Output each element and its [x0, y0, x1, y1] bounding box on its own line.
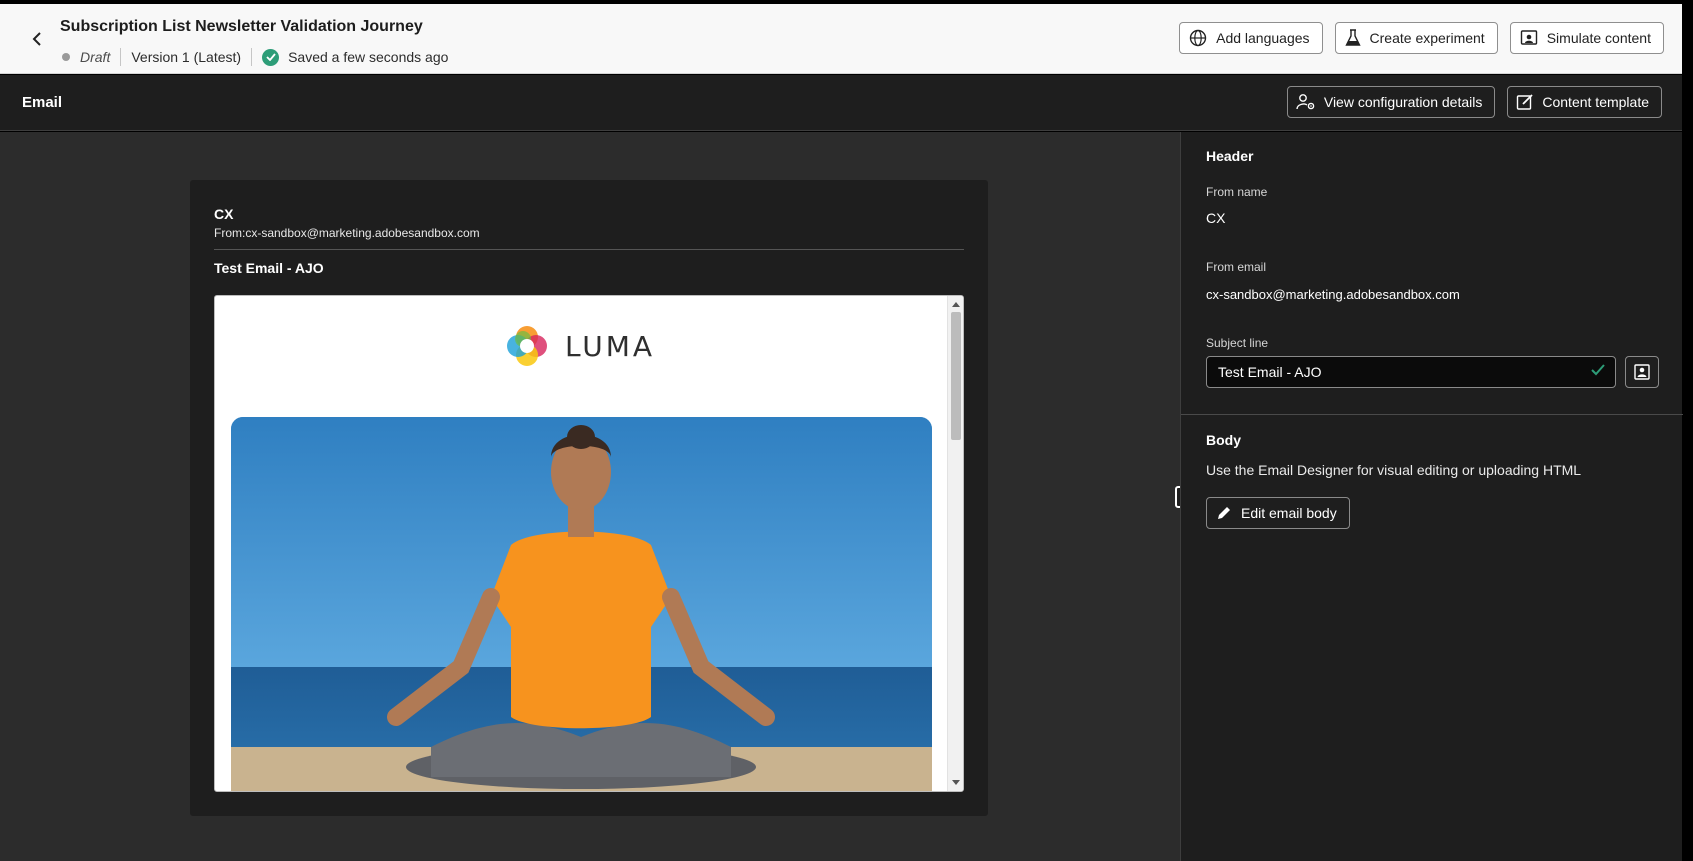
email-section-title: Email	[22, 94, 63, 111]
content-template-label: Content template	[1542, 94, 1649, 110]
edit-template-icon	[1517, 94, 1534, 110]
scroll-down-arrow[interactable]	[952, 780, 960, 785]
version-label[interactable]: Version 1 (Latest)	[131, 49, 241, 65]
preview-subject: Test Email - AJO	[214, 260, 324, 276]
edit-email-body-label: Edit email body	[1241, 505, 1337, 521]
status-dot	[62, 53, 70, 61]
luma-logo-icon	[507, 326, 547, 366]
view-configuration-button[interactable]: View configuration details	[1286, 86, 1496, 118]
checkmark-icon	[1591, 364, 1605, 376]
subject-line-input[interactable]	[1206, 356, 1616, 388]
add-languages-label: Add languages	[1216, 30, 1310, 46]
back-button[interactable]	[26, 28, 48, 50]
email-actions: View configuration details Content templ…	[1286, 86, 1662, 118]
globe-icon	[1189, 29, 1207, 47]
divider	[214, 249, 964, 250]
from-email-value: cx-sandbox@marketing.adobesandbox.com	[1206, 287, 1460, 302]
content-template-button[interactable]: Content template	[1507, 86, 1662, 118]
journey-title: Subscription List Newsletter Validation …	[60, 18, 423, 35]
divider	[1181, 414, 1683, 415]
add-languages-button[interactable]: Add languages	[1179, 22, 1323, 54]
create-experiment-label: Create experiment	[1369, 30, 1485, 46]
top-header: Subscription List Newsletter Validation …	[0, 4, 1682, 74]
from-name-label: From name	[1206, 185, 1268, 199]
personalize-icon	[1634, 364, 1650, 380]
chevron-left-icon	[32, 32, 41, 46]
subject-line-label: Subject line	[1206, 336, 1269, 350]
checkmark-circle-icon	[262, 48, 280, 66]
edit-email-body-button[interactable]: Edit email body	[1206, 497, 1350, 529]
preview-from-name: CX	[214, 206, 234, 222]
properties-panel: Header From name CX From email cx-sandbo…	[1180, 132, 1683, 861]
status-badge: Draft	[80, 49, 111, 65]
from-email-label: From email	[1206, 260, 1267, 274]
luma-wordmark: LUMA	[565, 329, 656, 363]
email-toolbar: Email View configuration details Content…	[0, 75, 1682, 131]
scroll-up-arrow[interactable]	[952, 302, 960, 307]
hero-image	[231, 417, 932, 791]
personalize-button[interactable]	[1625, 356, 1659, 388]
email-preview-area: CX From:cx-sandbox@marketing.adobesandbo…	[0, 132, 1180, 861]
email-preview-card: CX From:cx-sandbox@marketing.adobesandbo…	[190, 180, 988, 816]
preview-from-email: From:cx-sandbox@marketing.adobesandbox.c…	[214, 226, 480, 240]
saved-status: Saved a few seconds ago	[288, 49, 449, 65]
email-frame-scrollbar[interactable]	[947, 296, 963, 791]
simulate-content-button[interactable]: Simulate content	[1509, 22, 1664, 54]
simulate-icon	[1520, 30, 1537, 45]
header-section-title: Header	[1206, 148, 1254, 164]
scroll-thumb[interactable]	[951, 312, 961, 440]
luma-logo: LUMA	[505, 324, 655, 368]
from-name-value: CX	[1206, 210, 1226, 226]
divider	[120, 48, 122, 66]
body-section-title: Body	[1206, 432, 1241, 448]
config-user-gear-icon	[1296, 94, 1315, 110]
body-description: Use the Email Designer for visual editin…	[1206, 462, 1582, 478]
create-experiment-button[interactable]: Create experiment	[1334, 22, 1498, 54]
simulate-content-label: Simulate content	[1546, 30, 1651, 46]
pencil-icon	[1218, 507, 1230, 519]
header-actions: Add languages Create experiment Simulate…	[1179, 22, 1664, 54]
email-body-frame[interactable]: LUMA	[214, 295, 964, 792]
status-bar: Draft Version 1 (Latest) Saved a few sec…	[62, 48, 448, 66]
beaker-icon	[1344, 29, 1361, 46]
divider	[251, 48, 253, 66]
view-configuration-label: View configuration details	[1323, 94, 1483, 110]
